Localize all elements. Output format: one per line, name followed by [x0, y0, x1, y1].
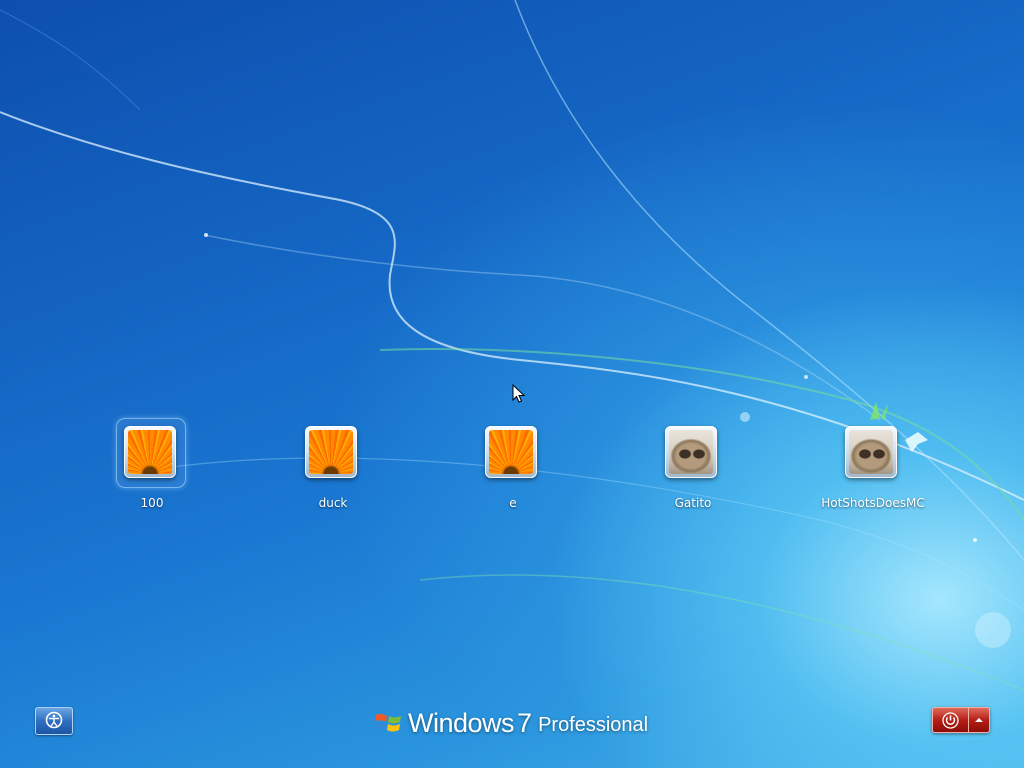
- user-tile-duck[interactable]: duck: [258, 420, 408, 520]
- flower-picture: [489, 430, 533, 474]
- user-picture-frame[interactable]: [485, 426, 537, 478]
- shutdown-options-button[interactable]: [968, 707, 990, 733]
- kitten-picture: [849, 430, 893, 474]
- user-picture-frame[interactable]: [124, 426, 176, 478]
- ease-of-access-button[interactable]: [35, 707, 73, 735]
- shutdown-button[interactable]: [932, 707, 968, 733]
- user-name: 100: [140, 496, 164, 510]
- user-tile-100[interactable]: 100: [77, 418, 227, 520]
- mouse-cursor-icon: [512, 384, 526, 403]
- shutdown-control: [932, 707, 990, 733]
- user-tile-gatito[interactable]: Gatito: [618, 420, 768, 520]
- ease-of-access-icon: [45, 711, 63, 729]
- flower-picture: [128, 430, 172, 474]
- brand-windows-text: Windows: [408, 707, 515, 738]
- arrow-up-icon: [975, 718, 983, 722]
- user-name: Gatito: [674, 496, 712, 510]
- flower-picture: [309, 430, 353, 474]
- brand-version-text: 7: [517, 707, 533, 738]
- kitten-picture: [669, 430, 713, 474]
- windows-flag-icon: [374, 713, 401, 732]
- user-picture-frame[interactable]: [665, 426, 717, 478]
- user-picture-frame[interactable]: [305, 426, 357, 478]
- user-picture-frame[interactable]: [845, 426, 897, 478]
- user-tile-hotshotsdoesmc[interactable]: HotShotsDoesMC: [798, 420, 948, 520]
- logon-screen: 100 duck e Gatito HotShotsDoesMC Windows…: [0, 0, 1024, 768]
- brand-edition-text: Professional: [538, 714, 649, 736]
- user-name: duck: [318, 496, 348, 510]
- user-name: e: [509, 496, 517, 510]
- power-icon: [942, 712, 959, 729]
- user-tile-e[interactable]: e: [438, 420, 588, 520]
- user-name: HotShotsDoesMC: [821, 496, 925, 510]
- windows-branding: Windows 7 Professional: [374, 703, 648, 743]
